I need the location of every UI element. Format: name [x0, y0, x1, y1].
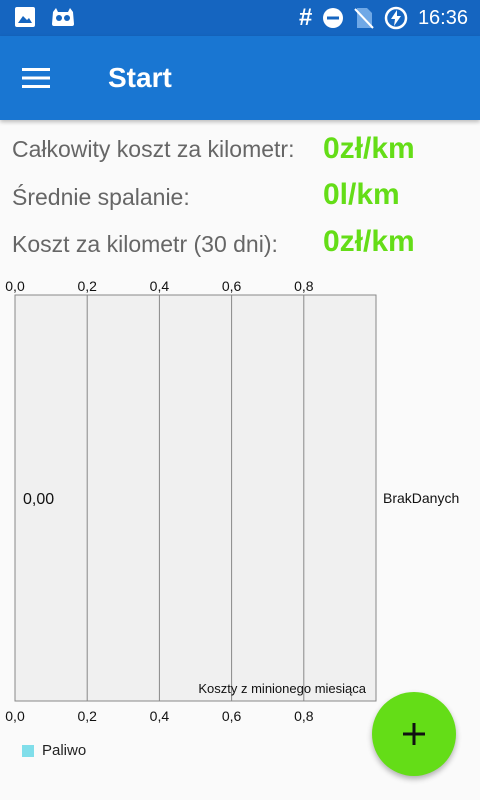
plus-icon [401, 721, 427, 747]
clock: 16:36 [417, 7, 468, 29]
hash-icon: # [298, 4, 312, 31]
category-label: BrakDanych [383, 490, 459, 506]
bottom-tick-label: 0,0 [5, 708, 25, 724]
legend-swatch-paliwo [22, 744, 34, 757]
bottom-tick-label: 0,6 [222, 708, 242, 724]
page-title: Start [108, 62, 172, 93]
cost-30-days-label: Koszt za kilometr (30 dni): [12, 231, 278, 257]
cost-30-days-value: 0zł/km [323, 225, 415, 258]
top-tick-label: 0,4 [150, 278, 170, 294]
app-bar: Start [0, 36, 480, 120]
bottom-tick-label: 0,2 [77, 708, 97, 724]
chart-plot-area [14, 294, 377, 702]
legend-label-paliwo: Paliwo [42, 742, 87, 759]
status-bar: # 16:36 [0, 0, 480, 36]
top-tick-label: 0,2 [77, 278, 97, 294]
avg-consumption-label: Średnie spalanie: [12, 184, 190, 210]
no-sim-icon [354, 7, 374, 29]
chart-description: Koszty z minionego miesiąca [198, 681, 366, 696]
battery-charging-icon [384, 6, 408, 30]
hamburger-menu-icon[interactable] [20, 62, 60, 94]
bottom-tick-label: 0,4 [150, 708, 170, 724]
total-cost-label: Całkowity koszt za kilometr: [12, 136, 295, 162]
total-cost-value: 0zł/km [323, 132, 415, 165]
top-tick-label: 0,8 [294, 278, 314, 294]
top-tick-label: 0,0 [5, 278, 25, 294]
avg-consumption-value: 0l/km [323, 178, 400, 211]
chart-legend: Paliwo [22, 742, 86, 759]
do-not-disturb-icon [322, 7, 344, 29]
bar-value-label: 0,00 [23, 491, 54, 508]
bottom-tick-label: 0,8 [294, 708, 314, 724]
top-tick-label: 0,6 [222, 278, 242, 294]
notification-app-icon [50, 6, 76, 28]
add-entry-button[interactable] [372, 692, 456, 776]
image-icon [14, 6, 36, 28]
